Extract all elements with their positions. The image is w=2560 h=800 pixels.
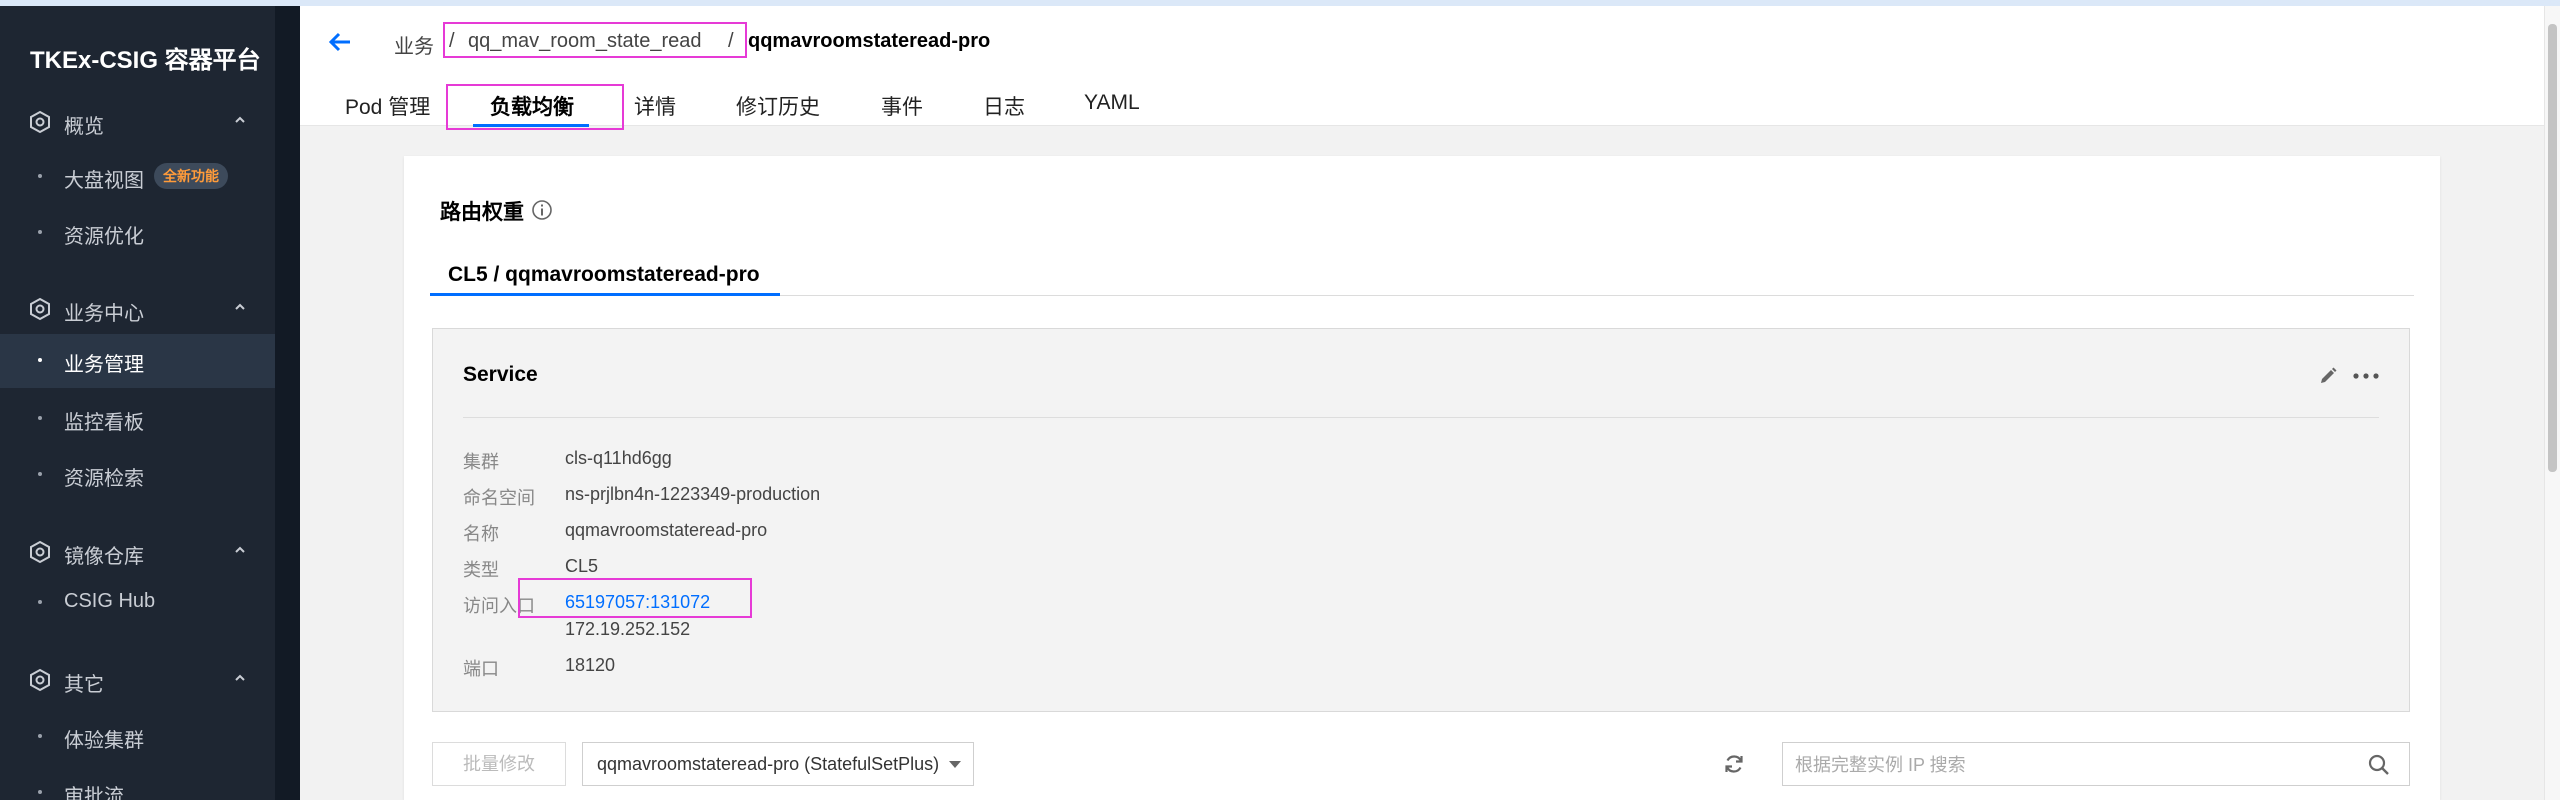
sidebar-item-label: 监控看板 [64,412,144,434]
chevron-up-icon [235,116,245,123]
service-title: Service [463,363,538,386]
field-value-cluster: cls-q11hd6gg [565,448,672,468]
sidebar: TKEx-CSIG 容器平台 概览 大盘视图 全新功能 资源优化 业务中心 业务… [0,6,300,800]
sidebar-item-monitoring-board[interactable]: 监控看板 [0,392,275,446]
sidebar-group-label: 概览 [64,116,104,138]
bullet [38,230,42,234]
search-input[interactable] [1795,751,2355,779]
field-value-type: CL5 [565,556,599,576]
workload-select[interactable]: qqmavroomstateread-pro (StatefulSetPlus) [582,742,974,786]
instance-ip-search [1782,742,2410,786]
info-icon[interactable] [531,199,553,221]
bullet [38,600,42,604]
sidebar-item-dashboard[interactable]: 大盘视图 全新功能 [0,150,275,204]
arrow-left-icon[interactable] [326,28,354,56]
bullet [38,416,42,420]
sidebar-item-label: 大盘视图 [64,170,144,192]
field-value-port: 18120 [565,655,616,675]
subtab-cl5[interactable]: CL5 / qqmavroomstateread-pro [448,263,760,287]
tab-yaml[interactable]: YAML [1084,91,1140,115]
workload-select-value: qqmavroomstateread-pro (StatefulSetPlus) [597,754,940,774]
field-label-type: 类型 [463,560,499,580]
bullet [38,472,42,476]
new-feature-badge: 全新功能 [154,163,228,189]
tab-events[interactable]: 事件 [881,91,923,121]
pencil-icon[interactable] [2317,365,2339,387]
brand-title: TKEx-CSIG 容器平台 [30,47,261,74]
hexagon-icon [30,540,50,564]
sidebar-item-label: 资源优化 [64,226,144,248]
load-balancing-panel: 路由权重 CL5 / qqmavroomstateread-pro Servic… [404,156,2440,800]
bullet [38,174,42,178]
bullet [38,734,42,738]
highlight-box-access-entry [518,578,752,618]
sidebar-item-resource-optimization[interactable]: 资源优化 [0,206,275,260]
service-box: Service 集群 cls-q11hd6gg 命名空间 ns-prjlbn4n… [432,328,2410,712]
sidebar-group-label: 镜像仓库 [64,546,144,568]
batch-edit-button[interactable]: 批量修改 [432,742,566,786]
sidebar-group-label: 其它 [64,674,104,696]
hexagon-icon [30,297,50,321]
page-scrollbar[interactable] [2544,6,2560,800]
active-subtab-indicator [430,293,780,296]
sidebar-item-label: 审批流 [64,786,124,800]
sidebar-item-label: 资源检索 [64,468,144,490]
sidebar-item-trial-cluster[interactable]: 体验集群 [0,710,275,764]
chevron-up-icon [235,303,245,310]
sidebar-group-image-registry[interactable]: 镜像仓库 [0,530,275,574]
caret-down-icon [949,761,961,768]
sidebar-group-others[interactable]: 其它 [0,658,275,702]
field-value-access-ip: 172.19.252.152 [565,619,691,639]
sidebar-item-label: CSIG Hub [64,590,156,612]
sidebar-group-label: 业务中心 [64,303,144,325]
sidebar-item-approval-flow[interactable]: 审批流 [0,766,275,800]
hexagon-icon [30,668,50,692]
sidebar-item-business-management[interactable]: 业务管理 [0,334,275,388]
tab-details[interactable]: 详情 [634,91,676,121]
field-label-namespace: 命名空间 [463,488,535,508]
sidebar-group-overview[interactable]: 概览 [0,100,275,144]
tab-pod-management[interactable]: Pod 管理 [345,91,430,121]
sidebar-item-label: 业务管理 [64,354,144,376]
sidebar-group-business-center[interactable]: 业务中心 [0,287,275,331]
chevron-up-icon [235,674,245,681]
field-label-cluster: 集群 [463,452,499,472]
sidebar-item-label: 体验集群 [64,730,144,752]
tab-revision-history[interactable]: 修订历史 [736,91,820,121]
refresh-icon[interactable] [1722,752,1746,776]
chevron-up-icon [235,546,245,553]
breadcrumb-current: qqmavroomstateread-pro [748,30,991,52]
hexagon-icon [30,110,50,134]
bullet [38,358,42,362]
tab-logs[interactable]: 日志 [983,91,1025,121]
field-value-namespace: ns-prjlbn4n-1223349-production [565,484,821,504]
service-divider [463,417,2379,418]
sidebar-item-resource-search[interactable]: 资源检索 [0,448,275,502]
breadcrumb-root[interactable]: 业务 [394,30,434,59]
field-label-name: 名称 [463,524,499,544]
section-title: 路由权重 [440,201,524,224]
sidebar-edge [275,6,300,800]
highlight-box-breadcrumb [443,22,747,58]
field-label-port: 端口 [463,659,499,679]
more-icon[interactable] [2351,365,2381,387]
sidebar-item-csig-hub[interactable]: CSIG Hub [0,576,275,630]
field-value-name: qqmavroomstateread-pro [565,520,768,540]
scrollbar-thumb[interactable] [2548,24,2557,472]
highlight-box-tab [446,84,624,130]
search-icon[interactable] [2367,753,2391,777]
bullet [38,790,42,794]
